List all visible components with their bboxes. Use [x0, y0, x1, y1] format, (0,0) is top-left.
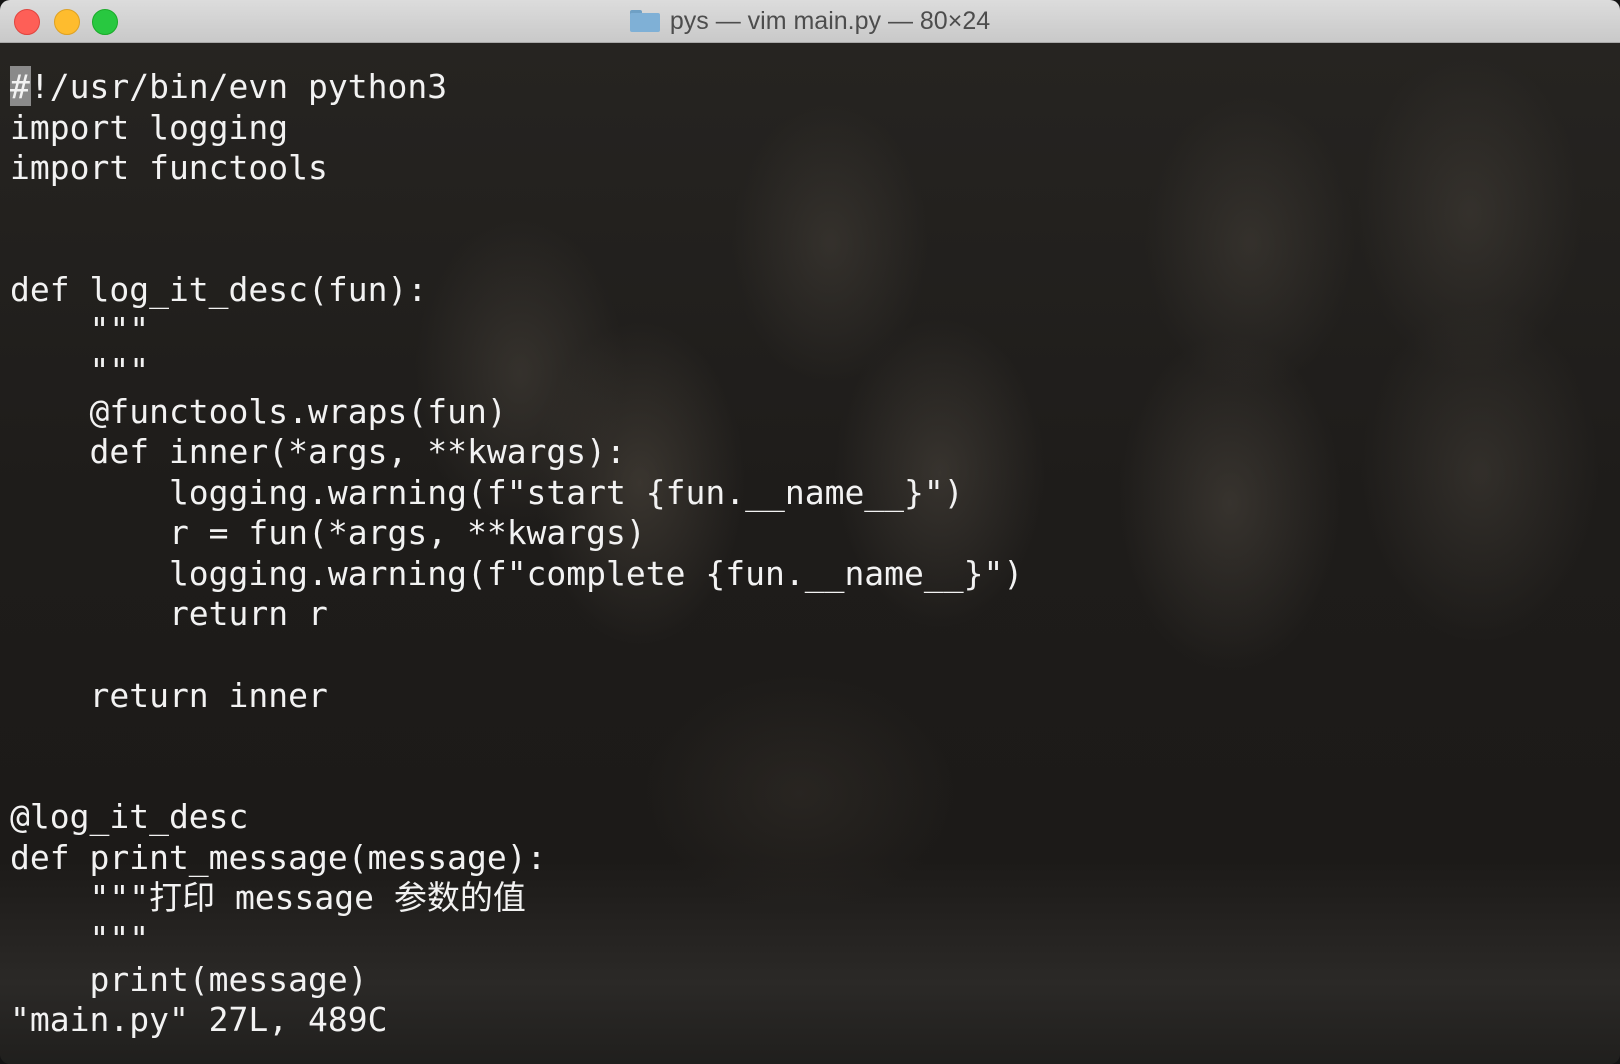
folder-icon	[629, 10, 660, 32]
window-title-group: pys — vim main.py — 80×24	[0, 0, 1620, 42]
code-line: """打印 message 参数的值	[10, 878, 526, 917]
code-line: print(message)	[10, 960, 368, 999]
code-line: return r	[10, 594, 328, 633]
code-line: """	[10, 919, 150, 958]
code-line: logging.warning(f"complete {fun.__name__…	[10, 554, 1024, 593]
terminal-window: pys — vim main.py — 80×24 #!/usr/bin/evn…	[0, 0, 1620, 1064]
code-line: @log_it_desc	[10, 797, 249, 836]
code-line: def inner(*args, **kwargs):	[10, 432, 626, 471]
title-bar[interactable]: pys — vim main.py — 80×24	[0, 0, 1620, 43]
code-line: """	[10, 310, 150, 349]
code-line: def print_message(message):	[10, 838, 547, 877]
code-line: #!/usr/bin/evn python3	[10, 67, 448, 106]
window-title: pys — vim main.py — 80×24	[669, 6, 991, 35]
code-line: @functools.wraps(fun)	[10, 392, 507, 431]
code-line: logging.warning(f"start {fun.__name__}")	[10, 473, 964, 512]
vim-status-line: "main.py" 27L, 489C	[10, 1000, 388, 1039]
terminal-content[interactable]: #!/usr/bin/evn python3 import logging im…	[0, 43, 1620, 1064]
code-line: def log_it_desc(fun):	[10, 270, 428, 309]
code-line: r = fun(*args, **kwargs)	[10, 513, 646, 552]
code-line: import logging	[10, 108, 289, 147]
code-line: import functools	[10, 148, 328, 187]
code-line: return inner	[10, 676, 328, 715]
code-line: """	[10, 351, 150, 390]
